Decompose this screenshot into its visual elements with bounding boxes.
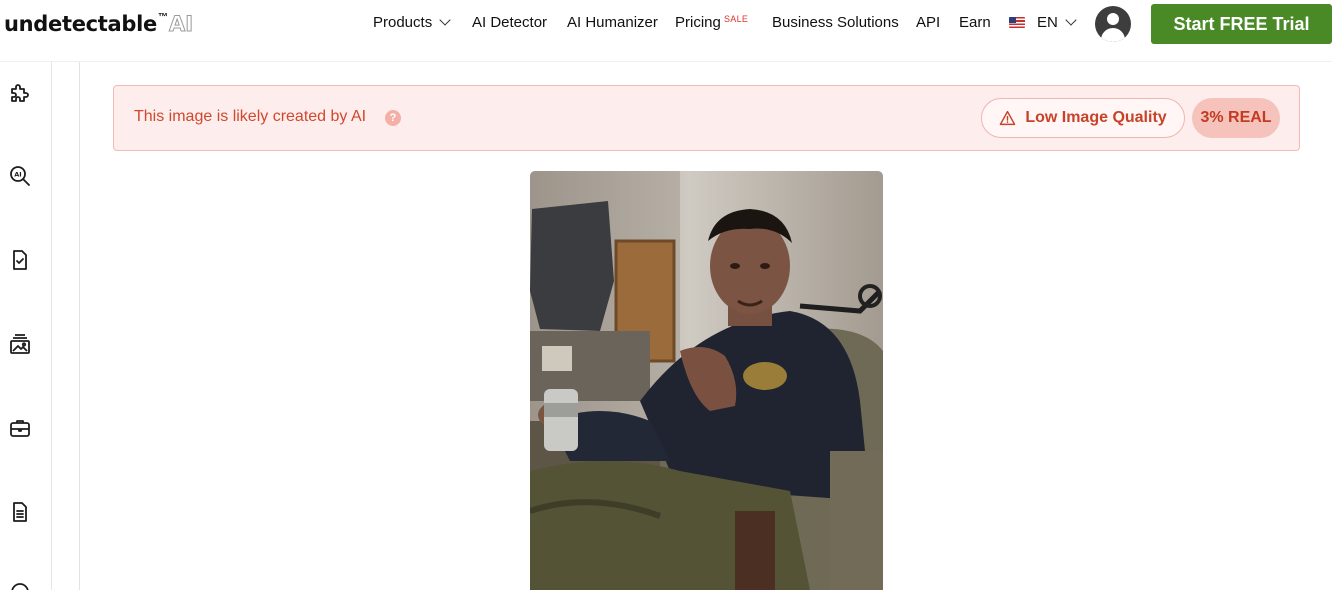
svg-text:AI: AI [14,171,21,179]
brand-name: undetectable [4,12,157,36]
nav-products-label: Products [373,14,433,31]
start-free-trial-button[interactable]: Start FREE Trial [1151,4,1332,44]
brand-logo[interactable]: undetectable ™ AI [4,9,194,39]
nav-pricing[interactable]: Pricing SALE [675,14,748,32]
content-divider [79,62,80,590]
nav-ai-detector[interactable]: AI Detector [472,14,547,32]
nav-business-solutions[interactable]: Business Solutions [772,14,899,32]
warning-icon [1000,110,1016,126]
ai-search-icon[interactable]: AI [8,164,32,188]
user-avatar-icon[interactable] [1095,6,1131,42]
brand-suffix: AI [168,12,194,37]
nav-ai-humanizer[interactable]: AI Humanizer [567,14,658,32]
briefcase-icon[interactable] [8,416,32,440]
nav-products[interactable]: Products [373,14,451,32]
analyzed-photo [530,171,883,590]
more-icon[interactable] [8,580,32,590]
detection-result-banner: This image is likely created by AI ? Low… [113,85,1300,151]
trademark-mark: ™ [158,12,168,23]
result-message: This image is likely created by AI [134,108,367,125]
nav-earn[interactable]: Earn [959,14,991,32]
document-lines-icon[interactable] [8,500,32,524]
sidebar: AI [0,62,52,590]
chevron-down-icon [1065,14,1077,26]
nav-pricing-label: Pricing [675,14,721,31]
sale-badge: SALE [724,14,749,24]
image-stack-icon[interactable] [8,332,32,356]
language-label: EN [1037,14,1058,31]
document-check-icon[interactable] [8,248,32,272]
quality-label: Low Image Quality [1025,109,1167,126]
chevron-down-icon [439,14,451,26]
us-flag-icon[interactable] [1009,17,1025,28]
real-score-badge: 3% REAL [1192,98,1280,138]
nav-api[interactable]: API [916,14,940,32]
top-navbar: undetectable ™ AI Products AI Detector A… [0,0,1332,62]
puzzle-icon[interactable] [8,81,32,105]
low-quality-badge[interactable]: Low Image Quality [981,98,1185,138]
help-icon[interactable]: ? [385,110,401,126]
language-selector[interactable]: EN [1037,14,1077,32]
